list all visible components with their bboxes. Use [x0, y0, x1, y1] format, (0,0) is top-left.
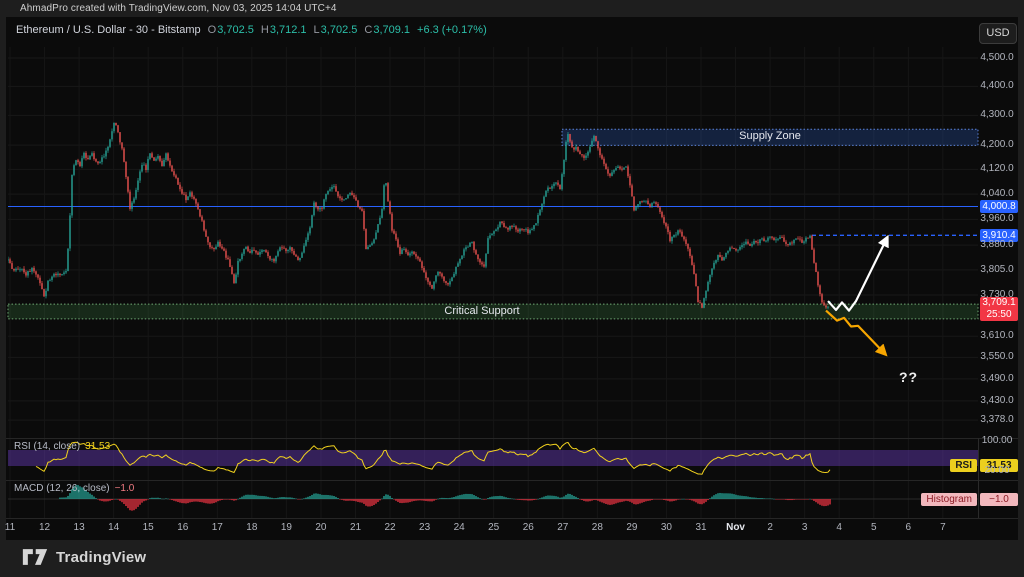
chart-canvas[interactable]	[0, 0, 1024, 577]
open-value: 3,702.5	[217, 24, 254, 36]
time-tick-label: 25	[488, 522, 499, 533]
price-tick-label: 4,300.0	[978, 109, 1016, 120]
price-tick-label: 4,120.0	[978, 163, 1016, 174]
currency-toggle-button[interactable]: USD	[979, 23, 1017, 44]
time-tick-label: 14	[108, 522, 119, 533]
bar-countdown: 25:50	[980, 309, 1018, 321]
time-tick-label: 24	[454, 522, 465, 533]
rsi-legend-title: RSI (14, close)	[14, 441, 80, 452]
price-tick-label: 3,880.0	[978, 239, 1016, 250]
rsi-band	[8, 450, 978, 466]
time-tick-label: 5	[871, 522, 877, 533]
macd-legend-title: MACD (12, 26, close)	[14, 483, 110, 494]
open-label: O	[208, 24, 217, 36]
high-label: H	[261, 24, 269, 36]
candlesticks	[7, 122, 830, 309]
tradingview-logo[interactable]: TradingView	[22, 547, 146, 567]
time-tick-label: 20	[315, 522, 326, 533]
price-tick-label: 4,200.0	[978, 139, 1016, 150]
symbol-title[interactable]: Ethereum / U.S. Dollar - 30 - Bitstamp	[16, 24, 201, 36]
close-value: 3,709.1	[373, 24, 410, 36]
macd-value-badge: −1.0	[980, 493, 1018, 506]
time-tick-label: 12	[39, 522, 50, 533]
time-tick-label: 11	[5, 522, 15, 533]
time-tick-label: 23	[419, 522, 430, 533]
price-tick-label: 3,610.0	[978, 330, 1016, 341]
time-tick-label: 2	[767, 522, 773, 533]
macd-histogram	[8, 485, 978, 511]
bullish-arrow[interactable]	[828, 238, 887, 311]
time-tick-label: 28	[592, 522, 603, 533]
time-tick-label: 15	[143, 522, 154, 533]
price-tick-label: 3,550.0	[978, 351, 1016, 362]
low-label: L	[314, 24, 320, 36]
time-tick-label: 27	[557, 522, 568, 533]
low-value: 3,702.5	[321, 24, 358, 36]
price-tick-label: 4,400.0	[978, 80, 1016, 91]
rsi-legend-value: 31.53	[85, 441, 110, 452]
question-annotation: ??	[899, 369, 918, 385]
last-price-badge: 3,709.1 25:50	[980, 297, 1018, 321]
time-tick-label: 6	[906, 522, 912, 533]
price-tick-label: 3,960.0	[978, 213, 1016, 224]
time-tick-label: 22	[384, 522, 395, 533]
time-tick-label: Nov	[726, 522, 745, 533]
time-tick-label: 30	[661, 522, 672, 533]
macd-pane-badge: Histogram	[921, 493, 977, 506]
rsi-pane-badge: RSI	[950, 459, 977, 472]
price-tick-label: 3,805.0	[978, 264, 1016, 275]
time-tick-label: 18	[246, 522, 257, 533]
time-tick-label: 29	[626, 522, 637, 533]
price-level-badge-4000: 4,000.8	[980, 200, 1018, 213]
grid	[8, 47, 978, 518]
time-tick-label: 19	[281, 522, 292, 533]
macd-legend-value: −1.0	[115, 483, 135, 494]
time-tick-label: 4	[836, 522, 842, 533]
close-label: C	[364, 24, 372, 36]
high-value: 3,712.1	[270, 24, 307, 36]
time-tick-label: 26	[523, 522, 534, 533]
symbol-legend[interactable]: Ethereum / U.S. Dollar - 30 - BitstampO3…	[16, 24, 487, 36]
chart-snapshot-frame: AhmadPro created with TradingView.com, N…	[0, 0, 1024, 577]
rsi-legend[interactable]: RSI (14, close) 31.53	[14, 441, 110, 452]
time-tick-label: 16	[177, 522, 188, 533]
time-tick-label: 3	[802, 522, 808, 533]
rsi-tick-label: 20.00	[978, 465, 1016, 476]
price-tick-label: 3,490.0	[978, 373, 1016, 384]
tradingview-logo-icon	[22, 547, 48, 567]
change-value: +6.3 (+0.17%)	[417, 24, 487, 36]
supply-zone-label: Supply Zone	[739, 130, 801, 142]
time-tick-label: 31	[695, 522, 706, 533]
tradingview-logo-text: TradingView	[56, 549, 146, 566]
price-tick-label: 3,378.0	[978, 414, 1016, 425]
macd-legend[interactable]: MACD (12, 26, close) −1.0	[14, 483, 134, 494]
price-tick-label: 4,040.0	[978, 188, 1016, 199]
time-tick-label: 13	[74, 522, 85, 533]
price-tick-label: 3,430.0	[978, 395, 1016, 406]
time-tick-label: 7	[940, 522, 946, 533]
time-tick-label: 21	[350, 522, 361, 533]
price-tick-label: 4,500.0	[978, 52, 1016, 63]
critical-support-label: Critical Support	[444, 305, 519, 317]
price-tick-label: 3,730.0	[978, 289, 1016, 300]
rsi-tick-label: 100.00	[978, 435, 1016, 446]
time-tick-label: 17	[212, 522, 223, 533]
